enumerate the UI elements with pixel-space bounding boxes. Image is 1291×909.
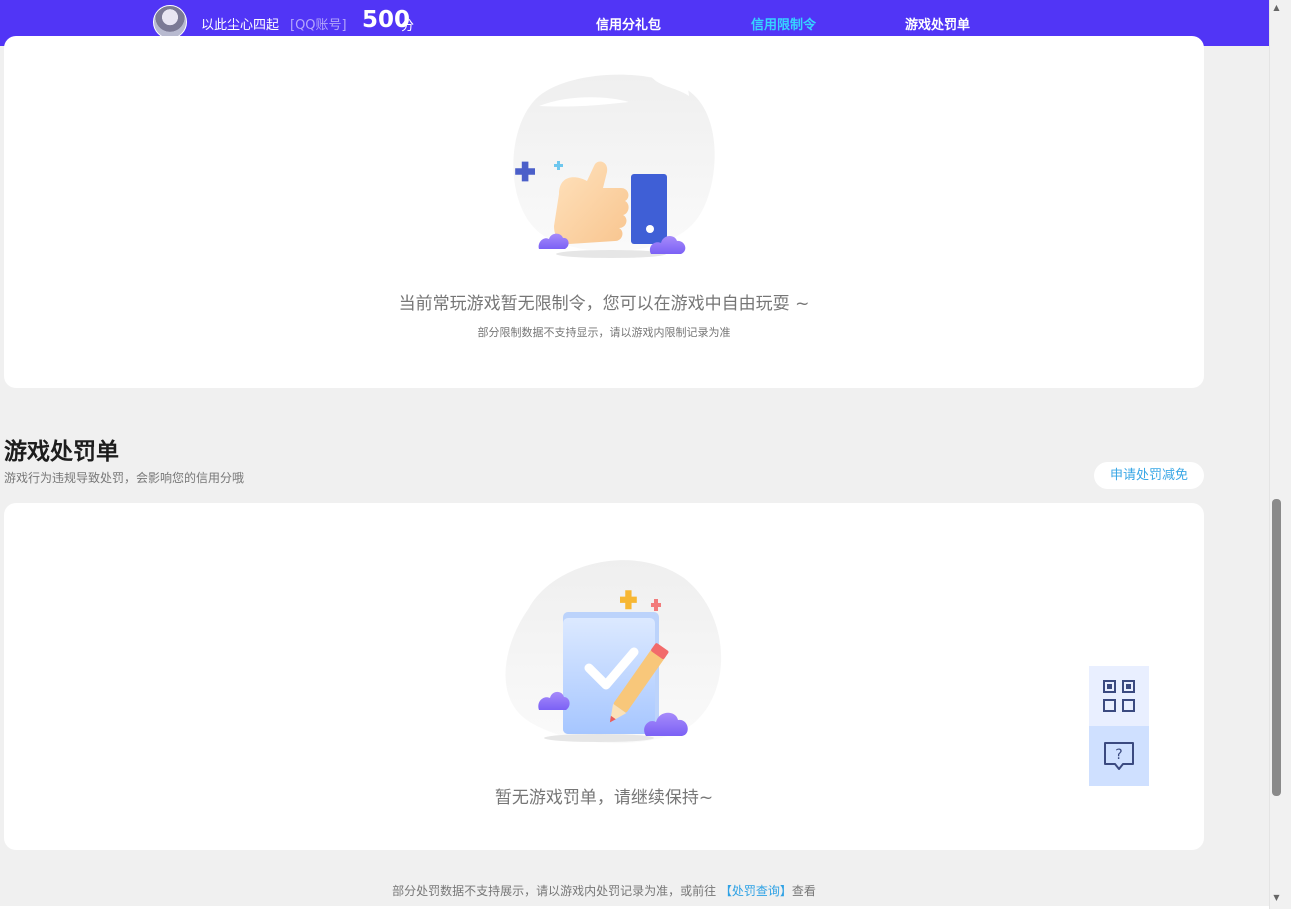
scrollbar-thumb[interactable]	[1272, 499, 1281, 796]
checklist-pencil-illustration	[505, 560, 722, 744]
penalty-query-link[interactable]: 【处罚查询】	[720, 884, 792, 898]
penalty-section-title: 游戏处罚单	[4, 439, 119, 465]
penalty-section-description: 游戏行为违规导致处罚，会影响您的信用分哦	[4, 471, 245, 485]
apply-penalty-reduction-button[interactable]: 申请处罚减免	[1094, 462, 1204, 489]
thumbs-up-illustration	[513, 72, 715, 258]
scroll-down-arrow-icon[interactable]: ▼	[1272, 894, 1281, 902]
scroll-up-arrow-icon[interactable]: ▲	[1272, 4, 1281, 12]
username: 以此尘心四起	[201, 18, 280, 33]
qr-code-icon	[1103, 680, 1135, 712]
tab-game-penalty[interactable]: 游戏处罚单	[905, 14, 970, 33]
restriction-note: 部分限制数据不支持显示，请以游戏内限制记录为准	[477, 326, 731, 339]
help-chat-icon: ?	[1104, 742, 1134, 770]
penalty-card: 暂无游戏罚单，请继续保持~	[4, 503, 1204, 850]
account-type-label: [QQ账号]	[290, 18, 347, 33]
avatar[interactable]	[153, 5, 187, 39]
footer-note-prefix: 部分处罚数据不支持展示，请以游戏内处罚记录为准，或前往	[392, 884, 720, 898]
restriction-empty-message: 当前常玩游戏暂无限制令，您可以在游戏中自由玩耍 ~	[398, 294, 810, 314]
footer-note: 部分处罚数据不支持展示，请以游戏内处罚记录为准，或前往 【处罚查询】查看	[0, 882, 1208, 899]
restriction-card: 当前常玩游戏暂无限制令，您可以在游戏中自由玩耍 ~ 部分限制数据不支持显示，请以…	[4, 36, 1204, 388]
qr-code-button[interactable]	[1089, 666, 1149, 726]
help-button[interactable]: ?	[1089, 726, 1149, 786]
svg-text:?: ?	[1115, 747, 1122, 763]
credit-score-unit: 分	[401, 19, 415, 34]
tab-credit-gift[interactable]: 信用分礼包	[596, 14, 661, 33]
tab-credit-restriction[interactable]: 信用限制令	[751, 14, 816, 33]
penalty-empty-message: 暂无游戏罚单，请继续保持~	[494, 788, 714, 808]
footer-note-suffix: 查看	[791, 884, 816, 898]
